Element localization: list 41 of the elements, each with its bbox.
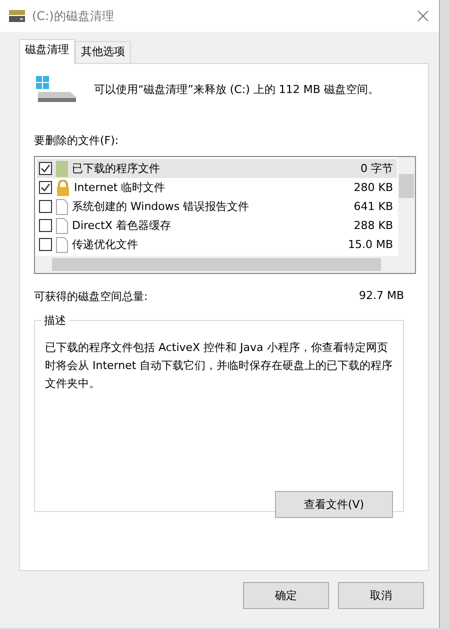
- file-row[interactable]: DirectX 着色器缓存 288 KB: [37, 216, 397, 235]
- tab[interactable]: 其他选项: [75, 41, 131, 63]
- file-icon: [56, 198, 68, 214]
- description-text: 已下载的程序文件包括 ActiveX 控件和 Java 小程序，你查看特定网页时将会从 Internet 自动下载它们，并临时保存在硬盘上的已下载的程序文件夹中。: [45, 340, 393, 392]
- file-name: DirectX 着色器缓存: [72, 218, 172, 233]
- lock-icon: [56, 180, 70, 196]
- space-message: 可以使用“磁盘清理”来释放 (C:) 上的 112 MB 磁盘空间。: [94, 82, 379, 96]
- drive-icon: [8, 9, 26, 23]
- file-size: 0 字节: [360, 161, 394, 176]
- description-title: 描述: [41, 313, 69, 328]
- total-label: 可获得的磁盘空间总量:: [34, 289, 148, 304]
- file-size: 15.0 MB: [348, 238, 394, 251]
- checkbox[interactable]: [39, 162, 52, 175]
- file-name: Internet 临时文件: [74, 180, 166, 195]
- view-files-button[interactable]: 查看文件(V): [275, 491, 393, 518]
- dialog-button[interactable]: 取消: [338, 582, 424, 609]
- file-icon: [56, 218, 68, 234]
- tab[interactable]: 磁盘清理: [19, 39, 75, 64]
- file-icon: [56, 236, 68, 252]
- horizontal-scrollbar[interactable]: [35, 256, 415, 273]
- file-row[interactable]: Internet 临时文件 280 KB: [37, 178, 397, 197]
- dialog-button[interactable]: 确定: [243, 582, 329, 609]
- file-size: 280 KB: [354, 181, 394, 194]
- close-icon[interactable]: [417, 10, 429, 22]
- total-value: 92.7 MB: [358, 289, 404, 304]
- checkbox[interactable]: [39, 181, 52, 194]
- checkbox[interactable]: [39, 219, 52, 232]
- file-row[interactable]: 系统创建的 Windows 错误报告文件 641 KB: [37, 197, 397, 216]
- checkbox[interactable]: [39, 200, 52, 213]
- files-label: 要删除的文件(F):: [34, 133, 120, 148]
- file-row[interactable]: 已下载的程序文件 0 字节: [37, 159, 397, 178]
- file-size: 288 KB: [354, 219, 394, 232]
- file-name: 系统创建的 Windows 错误报告文件: [72, 199, 250, 214]
- checkbox[interactable]: [39, 238, 52, 251]
- file-size: 641 KB: [354, 200, 394, 213]
- file-name: 已下载的程序文件: [72, 161, 161, 176]
- file-name: 传递优化文件: [72, 237, 139, 252]
- window-title: (C:)的磁盘清理: [32, 8, 115, 24]
- file-row[interactable]: 传递优化文件 15.0 MB: [37, 235, 397, 254]
- vertical-scrollbar[interactable]: [398, 157, 415, 256]
- drive-icon: [34, 74, 78, 104]
